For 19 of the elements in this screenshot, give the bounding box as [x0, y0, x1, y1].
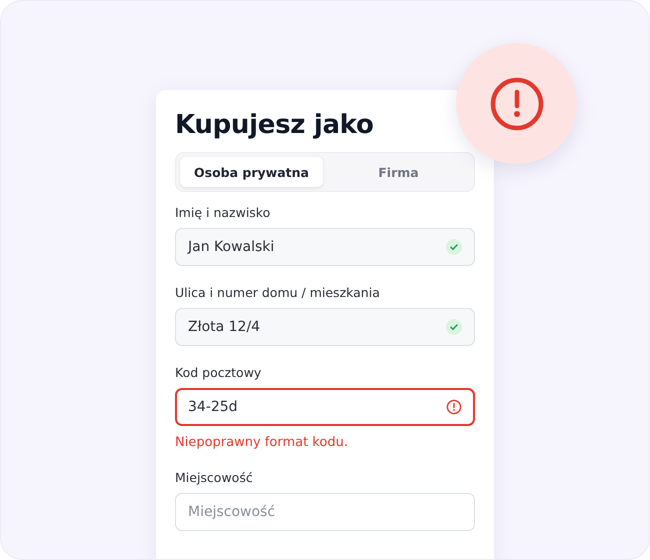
tab[interactable]: Osoba prywatna: [180, 157, 323, 187]
field-placeholder: Miejscowość: [188, 504, 276, 520]
warning-icon: [446, 399, 462, 415]
input-field[interactable]: Złota 12/4: [175, 308, 475, 346]
field-label: Ulica i numer domu / mieszkania: [175, 285, 380, 300]
error-message: Niepoprawny format kodu.: [175, 435, 348, 450]
field-value: Złota 12/4: [188, 319, 262, 335]
warning-icon: [488, 76, 544, 132]
form-title: Kupujesz jako: [175, 110, 375, 140]
tab[interactable]: Firma: [327, 157, 470, 187]
check-icon: [446, 239, 462, 255]
input-field[interactable]: 34-25d: [175, 388, 475, 426]
field-label: Miejscowość: [175, 470, 253, 485]
field-value: Jan Kowalski: [188, 239, 276, 255]
field-label: Kod pocztowy: [175, 365, 262, 380]
input-field[interactable]: Jan Kowalski: [175, 228, 475, 266]
field-value: 34-25d: [188, 399, 239, 415]
check-icon: [446, 319, 462, 335]
field-label: Imię i nazwisko: [175, 205, 270, 220]
